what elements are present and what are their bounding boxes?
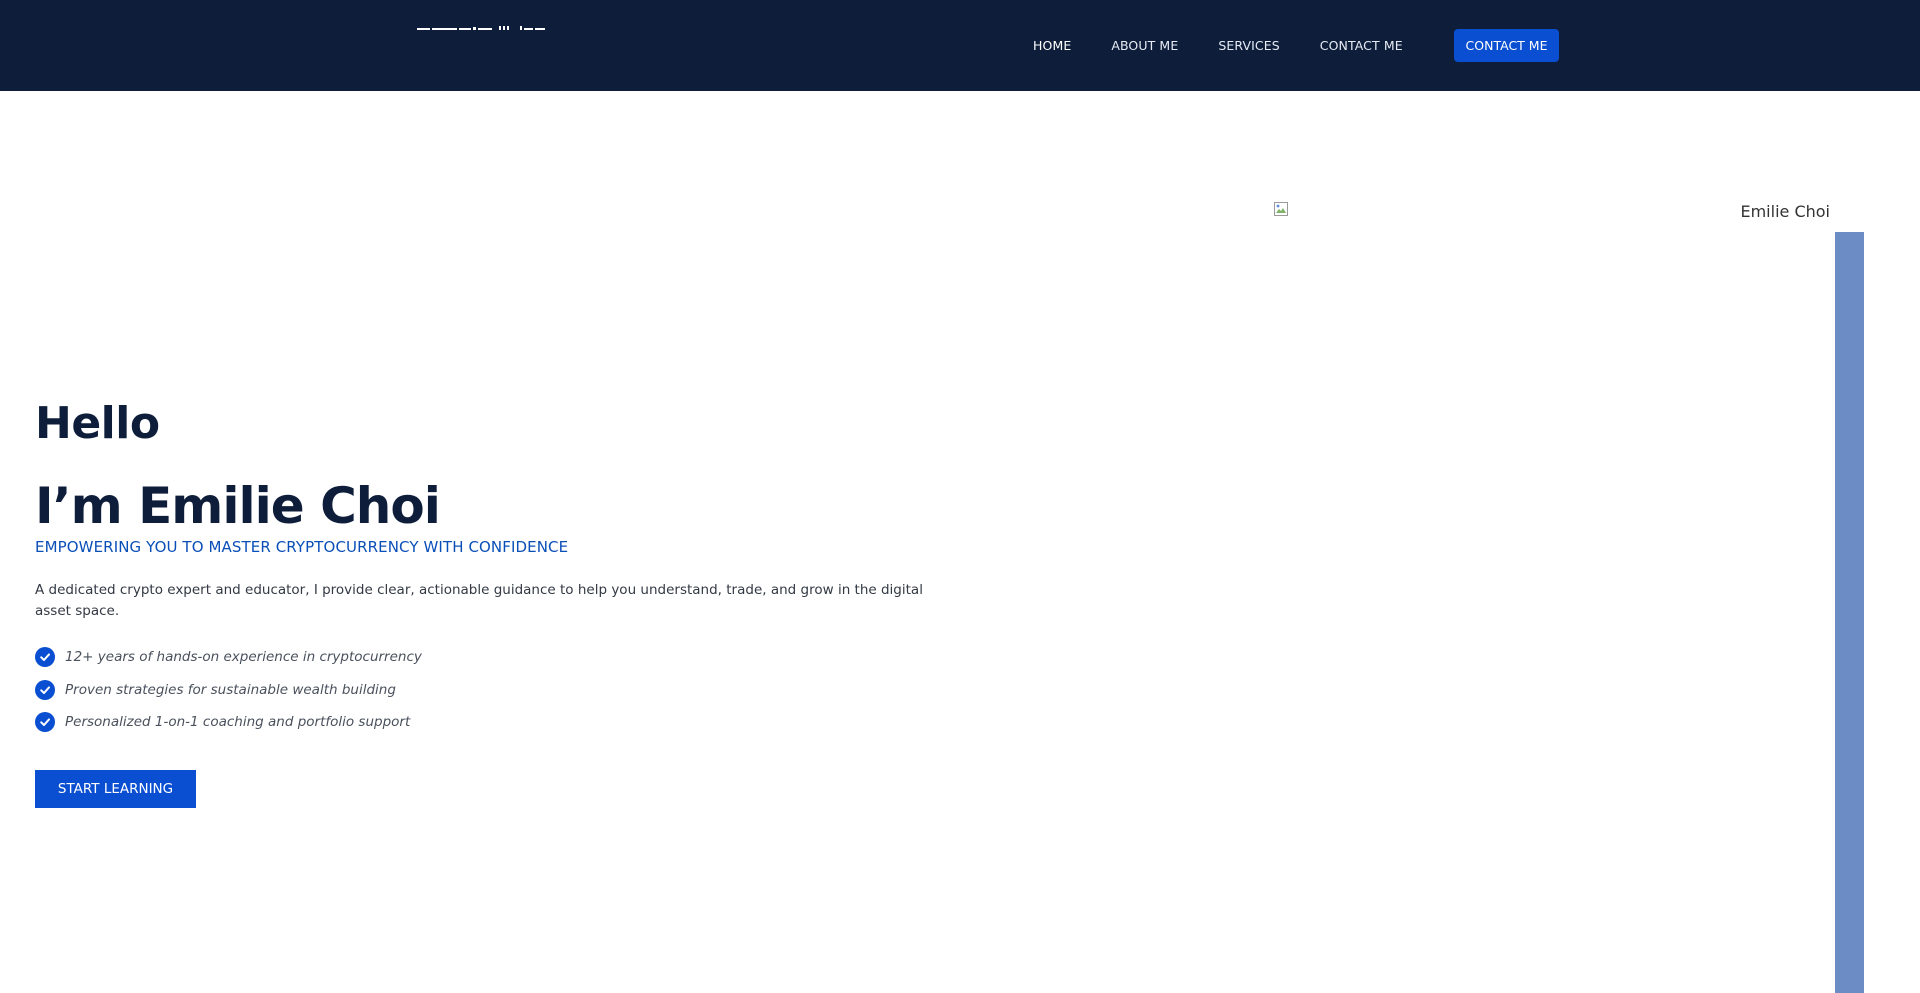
- hero-subtitle: EMPOWERING YOU TO MASTER CRYPTOCURRENCY …: [35, 538, 569, 556]
- feature-text: Proven strategies for sustainable wealth…: [65, 681, 396, 698]
- nav-contact-me[interactable]: CONTACT ME: [1320, 38, 1403, 53]
- header-contact-button[interactable]: CONTACT ME: [1454, 29, 1559, 62]
- feature-text: Personalized 1-on-1 coaching and portfol…: [65, 714, 411, 730]
- check-circle-icon: [35, 712, 55, 732]
- site-header: HOME ABOUT ME SERVICES CONTACT ME CONTAC…: [0, 0, 1920, 91]
- portrait-alt-text: Emilie Choi: [1740, 202, 1830, 221]
- feature-item: 12+ years of hands-on experience in cryp…: [35, 647, 422, 667]
- nav-services[interactable]: SERVICES: [1218, 38, 1279, 53]
- start-learning-button[interactable]: START LEARNING: [35, 770, 196, 808]
- feature-text: 12+ years of hands-on experience in cryp…: [65, 649, 422, 665]
- portrait-side-bar: [1835, 232, 1864, 993]
- hero-name-heading: I’m Emilie Choi: [35, 477, 441, 535]
- page: HOME ABOUT ME SERVICES CONTACT ME CONTAC…: [0, 0, 1920, 993]
- nav-about-me[interactable]: ABOUT ME: [1111, 38, 1178, 53]
- hero-greeting: Hello: [35, 398, 160, 449]
- broken-image-icon: [1274, 202, 1288, 216]
- site-logo[interactable]: [417, 22, 545, 34]
- hero-description: A dedicated crypto expert and educator, …: [35, 582, 923, 619]
- feature-list: 12+ years of hands-on experience in cryp…: [35, 647, 422, 745]
- main-nav: HOME ABOUT ME SERVICES CONTACT ME: [1033, 0, 1403, 91]
- feature-item: Proven strategies for sustainable wealth…: [35, 679, 422, 700]
- nav-home[interactable]: HOME: [1033, 38, 1071, 53]
- check-circle-icon: [35, 679, 55, 700]
- check-circle-icon: [35, 647, 55, 667]
- feature-item: Personalized 1-on-1 coaching and portfol…: [35, 712, 422, 732]
